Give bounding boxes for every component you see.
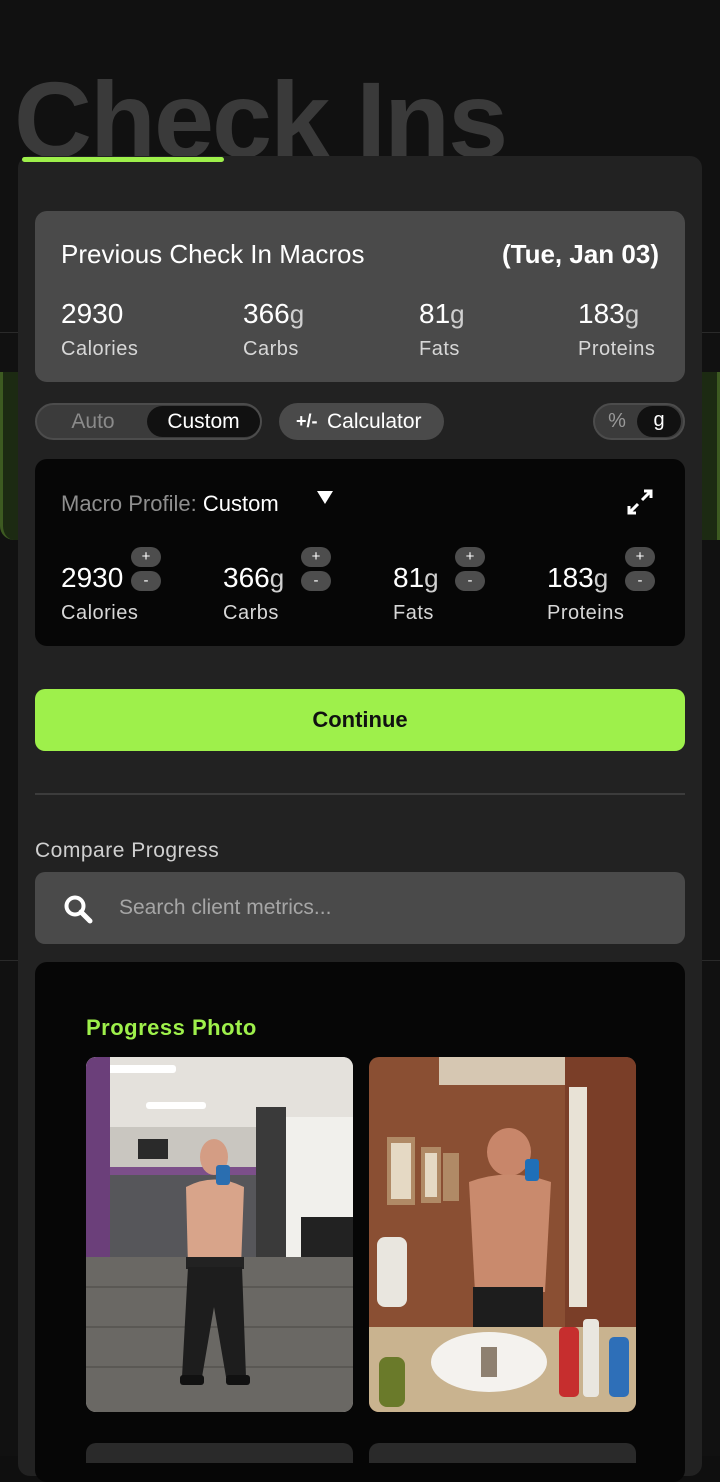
decrement-button[interactable]: - xyxy=(131,571,161,591)
carbs-stepper: + - xyxy=(301,547,331,595)
previous-macro-calories: 2930 Calories xyxy=(61,299,138,361)
macro-editor-card: Macro Profile: Custom 2930 Calories + - … xyxy=(35,459,685,646)
editor-macro-fats: 81g Fats xyxy=(393,563,439,625)
macro-unit: g xyxy=(593,563,609,593)
macro-value: 81 xyxy=(393,562,425,593)
calculator-button[interactable]: +/- Calculator xyxy=(279,403,444,440)
increment-button[interactable]: + xyxy=(455,547,485,567)
progress-photo-title: Progress Photo xyxy=(86,1015,257,1040)
macro-value: 366 xyxy=(243,298,290,329)
calories-stepper: + - xyxy=(131,547,161,595)
expand-icon[interactable] xyxy=(625,487,655,517)
macro-label: Carbs xyxy=(243,338,299,360)
macro-label: Proteins xyxy=(547,602,625,624)
macro-mode-toggle: Auto Custom xyxy=(35,403,262,440)
macro-label: Calories xyxy=(61,602,139,624)
previous-macros-title: Previous Check In Macros xyxy=(61,239,365,269)
macro-label: Calories xyxy=(61,338,139,360)
compare-progress-label: Compare Progress xyxy=(35,839,220,862)
continue-button[interactable]: Continue xyxy=(35,689,685,751)
macro-value: 366 xyxy=(223,562,270,593)
macro-label: Fats xyxy=(419,338,460,360)
progress-photo-placeholder xyxy=(369,1443,636,1463)
progress-photo[interactable] xyxy=(86,1057,353,1412)
increment-button[interactable]: + xyxy=(301,547,331,567)
previous-macros-date: (Tue, Jan 03) xyxy=(501,239,659,269)
macro-profile-selector[interactable]: Macro Profile: Custom xyxy=(61,491,279,517)
macro-unit: g xyxy=(269,563,285,593)
decrement-button[interactable]: - xyxy=(625,571,655,591)
increment-button[interactable]: + xyxy=(131,547,161,567)
search-icon xyxy=(64,895,93,924)
macro-label: Fats xyxy=(393,602,434,624)
plus-minus-icon: +/- xyxy=(296,411,318,431)
unit-toggle: % g xyxy=(593,403,685,440)
metrics-search-bar xyxy=(35,872,685,944)
section-divider xyxy=(35,793,685,795)
background-card-edge xyxy=(702,372,720,540)
macro-value: 2930 xyxy=(61,298,124,329)
unit-percent-option[interactable]: % xyxy=(595,405,639,438)
unit-grams-option[interactable]: g xyxy=(637,406,681,437)
macro-unit: g xyxy=(450,299,465,329)
macro-unit: g xyxy=(289,299,305,329)
caret-down-icon[interactable] xyxy=(317,491,333,504)
progress-photo-card: Progress Photo xyxy=(35,962,685,1482)
macro-profile-value: Custom xyxy=(202,491,279,516)
previous-macro-carbs: 366g Carbs xyxy=(243,299,304,361)
metrics-search-input[interactable] xyxy=(119,872,659,944)
macro-profile-label: Macro Profile: xyxy=(61,491,197,516)
editor-macro-proteins: 183g Proteins xyxy=(547,563,624,625)
decrement-button[interactable]: - xyxy=(301,571,331,591)
proteins-stepper: + - xyxy=(625,547,655,595)
progress-photo-placeholder xyxy=(86,1443,353,1463)
increment-button[interactable]: + xyxy=(625,547,655,567)
macro-value: 81 xyxy=(419,298,451,329)
macro-value: 183 xyxy=(578,298,625,329)
fats-stepper: + - xyxy=(455,547,485,595)
editor-macro-calories: 2930 Calories xyxy=(61,563,138,625)
mode-auto-option[interactable]: Auto xyxy=(37,405,149,438)
previous-macros-card: Previous Check In Macros (Tue, Jan 03) 2… xyxy=(35,211,685,382)
progress-photo[interactable] xyxy=(369,1057,636,1412)
macro-unit: g xyxy=(424,563,439,593)
macro-label: Carbs xyxy=(223,602,279,624)
editor-macro-carbs: 366g Carbs xyxy=(223,563,284,625)
sheet-progress-bar xyxy=(22,157,224,162)
macro-value: 2930 xyxy=(61,562,124,593)
macro-label: Proteins xyxy=(578,338,656,360)
macro-unit: g xyxy=(624,299,640,329)
calculator-label: Calculator xyxy=(327,410,422,433)
decrement-button[interactable]: - xyxy=(455,571,485,591)
previous-macro-fats: 81g Fats xyxy=(419,299,465,361)
background-card-edge xyxy=(0,372,18,540)
previous-macro-proteins: 183g Proteins xyxy=(578,299,655,361)
macro-value: 183 xyxy=(547,562,594,593)
mode-custom-option[interactable]: Custom xyxy=(147,406,260,437)
